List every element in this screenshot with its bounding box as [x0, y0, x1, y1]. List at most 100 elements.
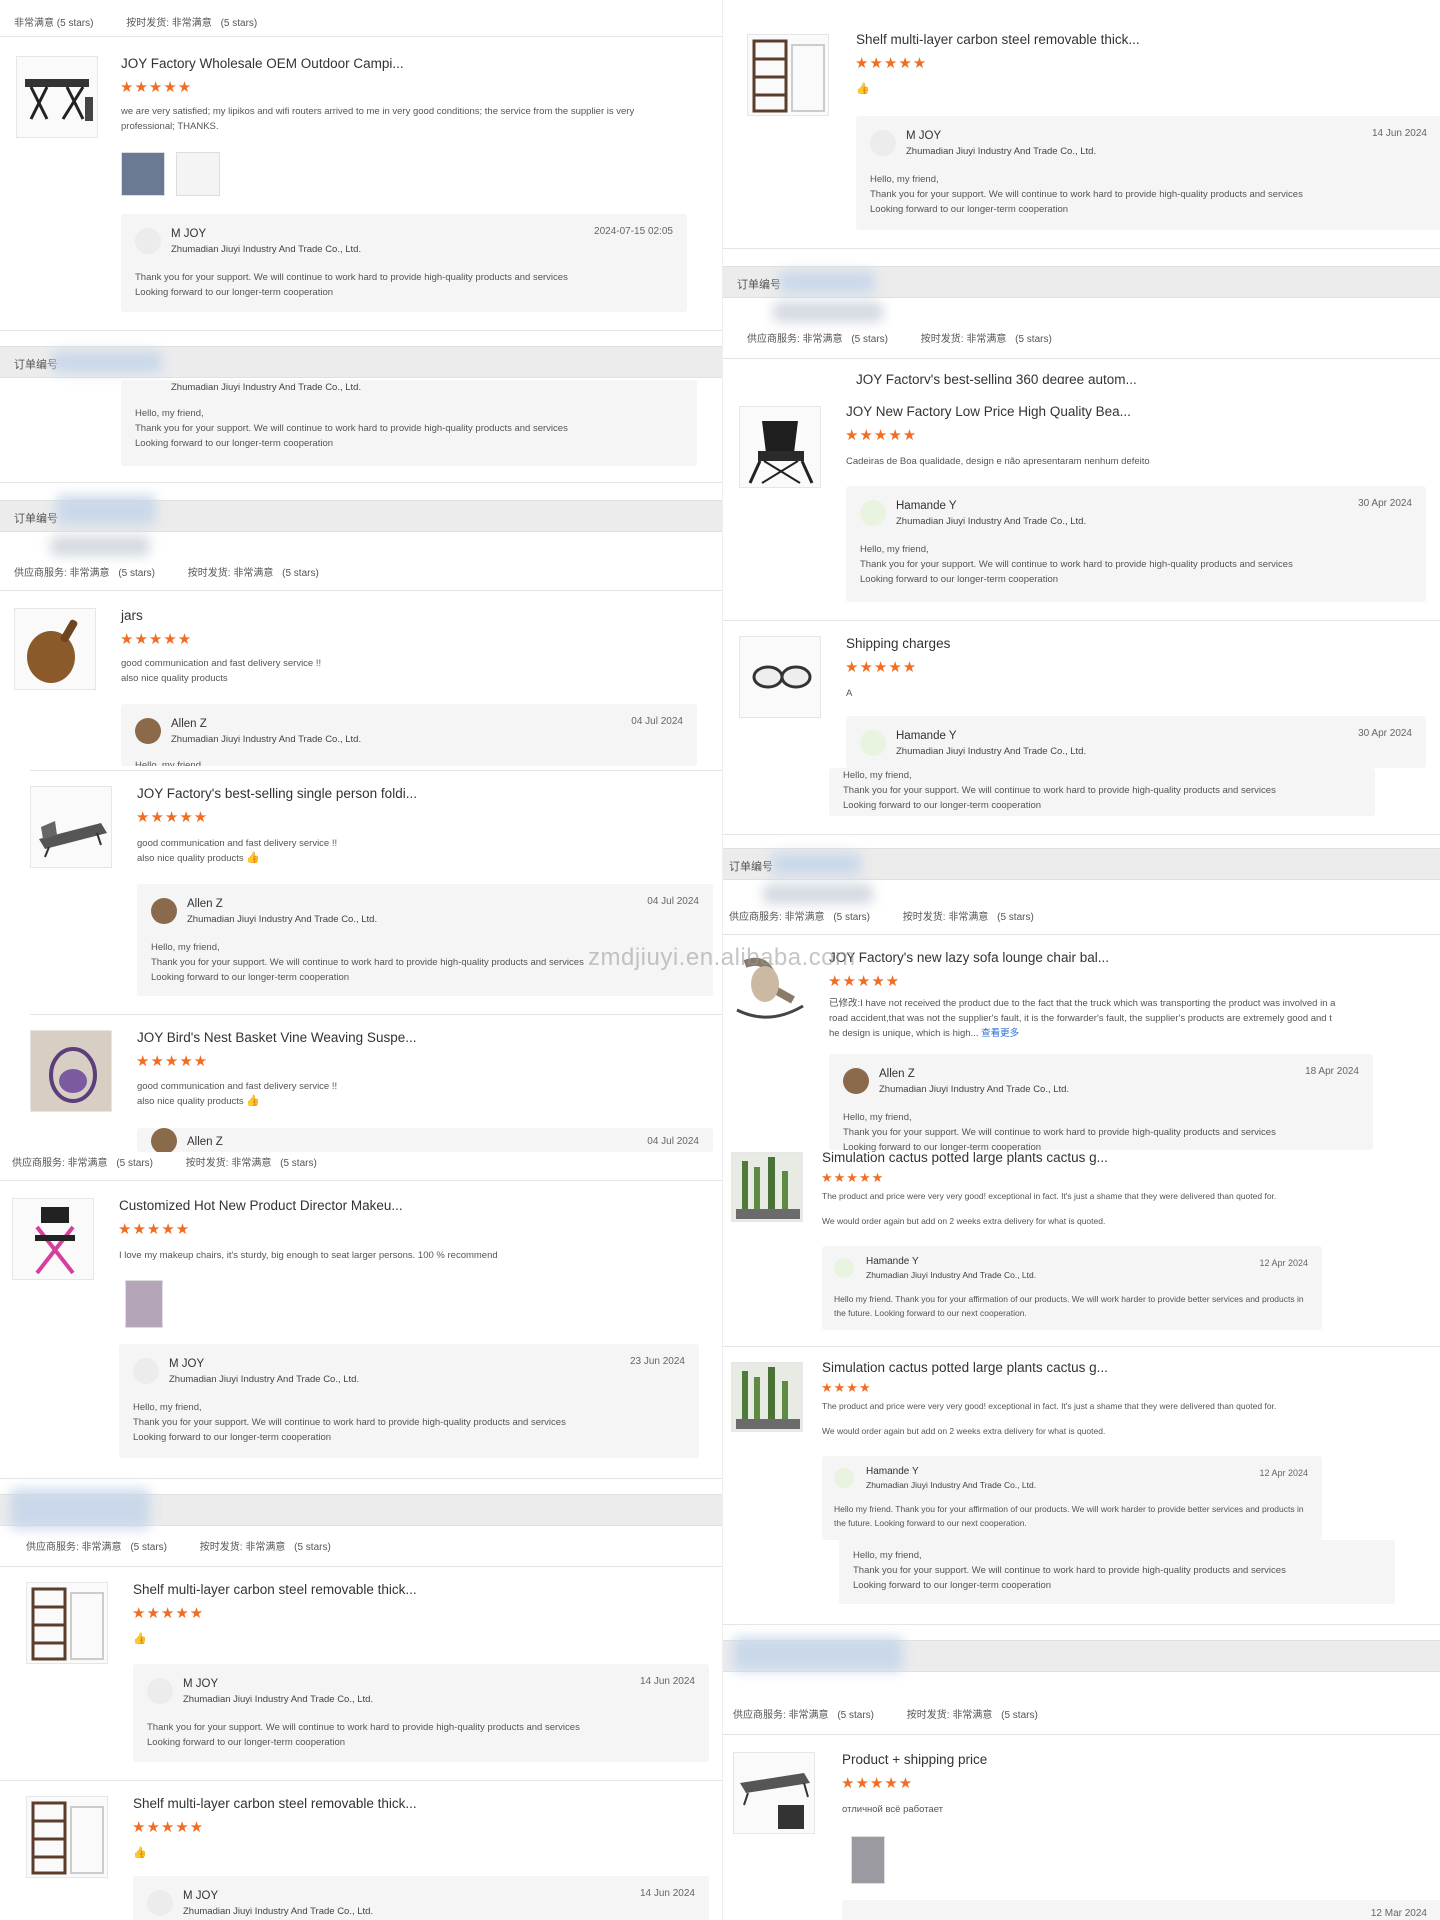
reply-date: 12 Mar 2024 — [1370, 1908, 1427, 1919]
product-thumbnail[interactable] — [12, 1198, 94, 1280]
reply-text: Hello, my friend, Thank you for your sup… — [843, 1110, 1359, 1155]
avatar — [834, 1468, 854, 1488]
thumbs-up-icon: 👍 — [133, 1847, 147, 1859]
avatar — [133, 1358, 159, 1384]
product-thumbnail[interactable] — [731, 1362, 803, 1432]
supplier-service-rating: 供应商服务: 非常满意 — [733, 1710, 829, 1721]
review-text: good communication and fast delivery ser… — [137, 836, 697, 866]
rating-stars: ★★★★★ — [120, 631, 193, 648]
review-product-title[interactable]: JOY Bird's Nest Basket Vine Weaving Susp… — [137, 1030, 416, 1045]
rating-stars: ★★★★★ — [136, 1053, 209, 1070]
supplier-reply: Hamande Y Zhumadian Jiuyi Industry And T… — [846, 486, 1426, 602]
on-time-rating: 按时发货: 非常满意 — [920, 334, 1007, 345]
reply-text: Hello, my friend — [135, 760, 201, 766]
thumbs-up-icon: 👍 — [133, 1633, 147, 1645]
review-line: good communication and fast delivery ser… — [137, 838, 338, 849]
order-meta: 供应商服务: 非常满意 (5 stars) 按时发货: 非常满意 (5 star… — [747, 330, 1058, 345]
review-product-title[interactable]: Simulation cactus potted large plants ca… — [822, 1360, 1108, 1375]
avatar — [147, 1678, 173, 1704]
rating-stars: ★★★★★ — [136, 809, 209, 826]
review-line: also nice quality products — [121, 673, 228, 684]
view-more-link[interactable]: 查看更多 — [981, 1028, 1019, 1039]
reply-date: 12 Apr 2024 — [1259, 1258, 1308, 1268]
review-photo[interactable] — [851, 1836, 885, 1884]
review-product-title[interactable]: Shelf multi-layer carbon steel removable… — [133, 1796, 417, 1811]
reply-line: Hello, my friend, — [870, 174, 939, 185]
review-line: The product and price were very very goo… — [822, 1191, 1277, 1201]
on-time-stars: (5 stars) — [1015, 334, 1052, 345]
supplier-service-stars: (5 stars) — [833, 912, 871, 923]
order-header — [0, 1489, 722, 1529]
reply-date: 12 Apr 2024 — [1259, 1468, 1308, 1478]
order-header: 订单编号 — [723, 266, 1440, 298]
order-number-label: 订单编号 — [729, 861, 773, 873]
reply-line: Thank you for your support. We will cont… — [843, 1127, 1276, 1138]
supplier-reply: M JOY Zhumadian Jiuyi Industry And Trade… — [133, 1876, 709, 1920]
product-thumbnail[interactable] — [16, 56, 98, 138]
review-line: I have not received the product due to t… — [829, 998, 1336, 1039]
avatar — [147, 1890, 173, 1916]
product-thumbnail[interactable] — [747, 34, 829, 116]
on-time-rating: 按时发货: 非常满意 — [126, 18, 212, 29]
on-time-stars: (5 stars) — [282, 568, 319, 579]
reply-date: 18 Apr 2024 — [1305, 1066, 1359, 1077]
review-photo[interactable] — [125, 1280, 163, 1328]
supplier-reply: Hello, my friend, Thank you for your sup… — [829, 768, 1375, 816]
product-thumbnail[interactable] — [739, 406, 821, 488]
on-time-stars: (5 stars) — [280, 1158, 317, 1169]
reply-company: Zhumadian Jiuyi Industry And Trade Co., … — [169, 1374, 360, 1385]
order-meta: 供应商服务: 非常满意 (5 stars) 按时发货: 非常满意 (5 star… — [12, 1154, 323, 1169]
review-product-title[interactable]: JOY Factory's best-selling 360 degree au… — [856, 372, 1137, 384]
reply-company: Zhumadian Jiuyi Industry And Trade Co., … — [896, 746, 1087, 757]
review-product-title[interactable]: JOY Factory Wholesale OEM Outdoor Campi.… — [121, 56, 404, 71]
on-time-stars: (5 stars) — [294, 1542, 331, 1553]
order-number-label: 订单编号 — [14, 513, 58, 525]
reply-company: Zhumadian Jiuyi Industry And Trade Co., … — [906, 146, 1097, 157]
reply-line: Hello, my friend, — [135, 408, 204, 419]
supplier-reply: Allen Z Zhumadian Jiuyi Industry And Tra… — [137, 884, 713, 996]
product-thumbnail[interactable] — [26, 1582, 108, 1664]
product-thumbnail[interactable] — [30, 786, 112, 868]
review-product-title[interactable]: Customized Hot New Product Director Make… — [119, 1198, 403, 1213]
review-product-title[interactable]: Shipping charges — [846, 636, 950, 651]
review-product-title[interactable]: jars — [121, 608, 143, 623]
review-photo[interactable] — [121, 152, 165, 196]
review-product-title[interactable]: Simulation cactus potted large plants ca… — [822, 1150, 1108, 1165]
order-header: 订单编号 — [0, 346, 722, 378]
order-meta: 供应商服务: 非常满意 (5 stars) 按时发货: 非常满意 (5 star… — [733, 1706, 1044, 1721]
review-product-title[interactable]: Shelf multi-layer carbon steel removable… — [856, 32, 1140, 47]
supplier-reply: Allen Z 04 Jul 2024 — [137, 1128, 713, 1152]
product-thumbnail[interactable] — [733, 1752, 815, 1834]
avatar — [135, 228, 161, 254]
reply-text: Hello, my friend, Thank you for your sup… — [870, 172, 1427, 217]
review-product-title[interactable]: JOY New Factory Low Price High Quality B… — [846, 404, 1131, 419]
reply-date: 23 Jun 2024 — [629, 1356, 685, 1367]
product-thumbnail[interactable] — [14, 608, 96, 690]
product-thumbnail[interactable] — [26, 1796, 108, 1878]
order-header: 订单编号 — [723, 848, 1440, 880]
reply-line: Thank you for your support. We will cont… — [860, 559, 1293, 570]
product-thumbnail[interactable] — [30, 1030, 112, 1112]
reply-author: M JOY — [906, 130, 942, 142]
reply-company: Zhumadian Jiuyi Industry And Trade Co., … — [183, 1906, 374, 1917]
review-photo[interactable] — [176, 152, 220, 196]
reply-text: Hello, my friend, Thank you for your sup… — [843, 768, 1361, 813]
review-product-title[interactable]: Product + shipping price — [842, 1752, 987, 1767]
supplier-service-stars: (5 stars) — [837, 1710, 875, 1721]
product-thumbnail[interactable] — [731, 1152, 803, 1222]
order-header: 订单编号 — [0, 495, 722, 532]
reply-line: Looking forward to our longer-term coope… — [133, 1432, 332, 1443]
review-product-title[interactable]: Shelf multi-layer carbon steel removable… — [133, 1582, 417, 1597]
product-thumbnail[interactable] — [739, 636, 821, 718]
review-line: The product and price were very very goo… — [822, 1401, 1277, 1411]
review-text: The product and price were very very goo… — [822, 1190, 1342, 1228]
supplier-service-rating: 非常满意 (5 stars) — [14, 18, 94, 29]
supplier-reply: Hamande Y Zhumadian Jiuyi Industry And T… — [822, 1246, 1322, 1330]
review-product-title[interactable]: JOY Factory's new lazy sofa lounge chair… — [829, 950, 1109, 965]
supplier-reply: M JOY Zhumadian Jiuyi Industry And Trade… — [856, 116, 1440, 230]
review-product-title[interactable]: JOY Factory's best-selling single person… — [137, 786, 417, 801]
rating-stars: ★★★★★ — [120, 79, 193, 96]
reply-date: 04 Jul 2024 — [647, 896, 699, 907]
rating-stars: ★★★★★ — [132, 1605, 205, 1622]
avatar — [834, 1258, 854, 1278]
